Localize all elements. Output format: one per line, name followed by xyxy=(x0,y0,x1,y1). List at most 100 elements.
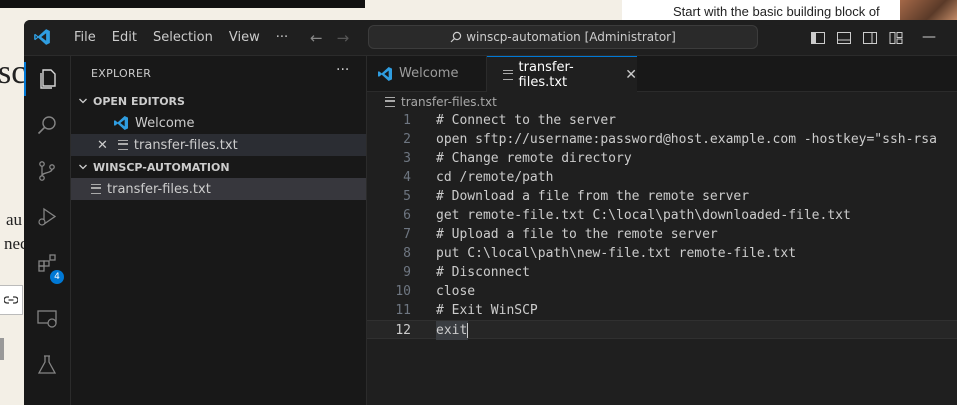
line-number: 8 xyxy=(403,246,411,261)
breadcrumb[interactable]: transfer-files.txt xyxy=(385,93,497,111)
vscode-window: File Edit Selection View ··· ← → winscp-… xyxy=(24,20,957,405)
open-editor-item-transfer-files[interactable]: ✕ transfer-files.txt xyxy=(71,134,366,156)
menu-selection[interactable]: Selection xyxy=(145,20,221,55)
remote-explorer-icon[interactable] xyxy=(24,296,70,342)
code-editor[interactable]: 1 # Connect to the server 2 open sftp://us… xyxy=(367,111,957,340)
sidebar-more-actions[interactable]: ··· xyxy=(336,62,349,78)
line-text: close xyxy=(436,284,476,299)
code-line: 10 close xyxy=(367,282,957,301)
code-line: 9 # Disconnect xyxy=(367,263,957,282)
open-editors-label: OPEN EDITORS xyxy=(93,94,185,108)
line-text: # Change remote directory xyxy=(436,151,632,166)
menu-edit[interactable]: Edit xyxy=(104,20,145,55)
code-line: 6 get remote-file.txt C:\local\path\downl… xyxy=(367,206,957,225)
vscode-logo-icon xyxy=(378,66,392,81)
search-icon[interactable] xyxy=(24,102,70,148)
blockquote-bar xyxy=(0,338,4,360)
line-number: 10 xyxy=(395,284,411,299)
code-line-current: 12 exit xyxy=(367,320,957,340)
line-number: 7 xyxy=(403,227,411,242)
navigation-arrows: ← → xyxy=(310,20,349,55)
line-text: put C:\local\path\new-file.txt remote-fi… xyxy=(436,246,797,261)
link-icon[interactable] xyxy=(0,285,23,315)
open-editor-item-welcome[interactable]: Welcome xyxy=(71,112,366,134)
code-line: 2 open sftp://username:password@host.exam… xyxy=(367,130,957,149)
line-number: 1 xyxy=(403,113,411,128)
tab-label: Welcome xyxy=(399,66,459,81)
menu-file[interactable]: File xyxy=(66,20,104,55)
extensions-badge: 4 xyxy=(50,270,64,284)
code-line: 4 cd /remote/path xyxy=(367,168,957,187)
source-control-icon[interactable] xyxy=(24,148,70,194)
editor-tabs: Welcome transfer-files.txt ✕ xyxy=(367,56,957,92)
back-arrow-icon[interactable]: ← xyxy=(310,29,323,47)
forward-arrow-icon[interactable]: → xyxy=(337,29,350,47)
workspace-folder-header[interactable]: WINSCP-AUTOMATION xyxy=(71,156,366,178)
line-number: 12 xyxy=(395,323,411,338)
layout-controls xyxy=(810,20,904,55)
activity-bar: 4 xyxy=(24,56,71,405)
line-number: 4 xyxy=(403,170,411,185)
menu-more[interactable]: ··· xyxy=(268,20,296,55)
line-text: # Exit WinSCP xyxy=(436,303,538,318)
line-text: cd /remote/path xyxy=(436,170,554,185)
tab-welcome[interactable]: Welcome xyxy=(367,56,487,91)
background-page-left: sc au nec xyxy=(0,20,24,405)
line-text: exit xyxy=(436,321,469,340)
background-article-text: Start with the basic building block of xyxy=(622,0,900,20)
line-text: # Connect to the server xyxy=(436,113,617,128)
line-text: open sftp://username:password@host.examp… xyxy=(436,132,937,147)
file-label: transfer-files.txt xyxy=(107,181,211,197)
command-center-label: winscp-automation [Administrator] xyxy=(466,30,676,44)
code-line: 8 put C:\local\path\new-file.txt remote-f… xyxy=(367,244,957,263)
chevron-down-icon xyxy=(79,164,87,170)
background-heading-fragment: sc xyxy=(0,54,24,91)
line-number: 9 xyxy=(403,265,411,280)
breadcrumb-label: transfer-files.txt xyxy=(401,95,497,109)
open-editors-header[interactable]: OPEN EDITORS xyxy=(71,90,366,112)
code-line: 1 # Connect to the server xyxy=(367,111,957,130)
line-text: # Download a file from the remote server xyxy=(436,189,750,204)
line-text: get remote-file.txt C:\local\path\downlo… xyxy=(436,208,851,223)
text-file-icon xyxy=(117,140,128,150)
code-line: 3 # Change remote directory xyxy=(367,149,957,168)
vscode-logo-icon xyxy=(34,29,50,45)
text-file-icon xyxy=(385,97,395,107)
toggle-primary-sidebar-icon[interactable] xyxy=(810,30,826,46)
menu-bar: File Edit Selection View ··· xyxy=(66,20,296,55)
explorer-sidebar: EXPLORER ··· OPEN EDITORS Welcome ✕ tran… xyxy=(71,56,367,405)
tab-transfer-files[interactable]: transfer-files.txt ✕ xyxy=(487,56,637,92)
command-center[interactable]: winscp-automation [Administrator] xyxy=(368,25,758,49)
vscode-logo-icon xyxy=(114,116,128,130)
line-number: 2 xyxy=(403,132,411,147)
toggle-panel-icon[interactable] xyxy=(836,30,852,46)
customize-layout-icon[interactable] xyxy=(888,30,904,46)
line-text: # Upload a file to the remote server xyxy=(436,227,718,242)
testing-icon[interactable] xyxy=(24,342,70,388)
window-minimize-button[interactable]: — xyxy=(922,20,936,55)
background-text-fragment: nec xyxy=(4,234,24,253)
code-line: 7 # Upload a file to the remote server xyxy=(367,225,957,244)
code-line: 5 # Download a file from the remote serve… xyxy=(367,187,957,206)
close-icon[interactable]: ✕ xyxy=(97,138,108,153)
close-icon[interactable]: ✕ xyxy=(625,67,637,83)
chevron-down-icon xyxy=(79,98,87,104)
editor-area: Welcome transfer-files.txt ✕ transfer-fi… xyxy=(367,56,957,405)
run-debug-icon[interactable] xyxy=(24,194,70,240)
workspace-folder-label: WINSCP-AUTOMATION xyxy=(93,160,230,174)
open-editor-label: Welcome xyxy=(135,115,195,131)
file-item-transfer-files[interactable]: transfer-files.txt xyxy=(71,178,366,200)
text-file-icon xyxy=(503,69,513,80)
title-bar: File Edit Selection View ··· ← → winscp-… xyxy=(24,20,957,56)
explorer-icon[interactable] xyxy=(24,56,70,102)
line-number: 11 xyxy=(395,303,411,318)
extensions-icon[interactable]: 4 xyxy=(24,240,70,286)
text-cursor xyxy=(467,323,469,338)
text-file-icon xyxy=(91,184,101,194)
toggle-secondary-sidebar-icon[interactable] xyxy=(862,30,878,46)
background-text-fragment: au xyxy=(6,210,23,229)
line-number: 6 xyxy=(403,208,411,223)
tab-label: transfer-files.txt xyxy=(518,59,574,90)
line-text-content: exit xyxy=(436,323,468,338)
menu-view[interactable]: View xyxy=(221,20,268,55)
